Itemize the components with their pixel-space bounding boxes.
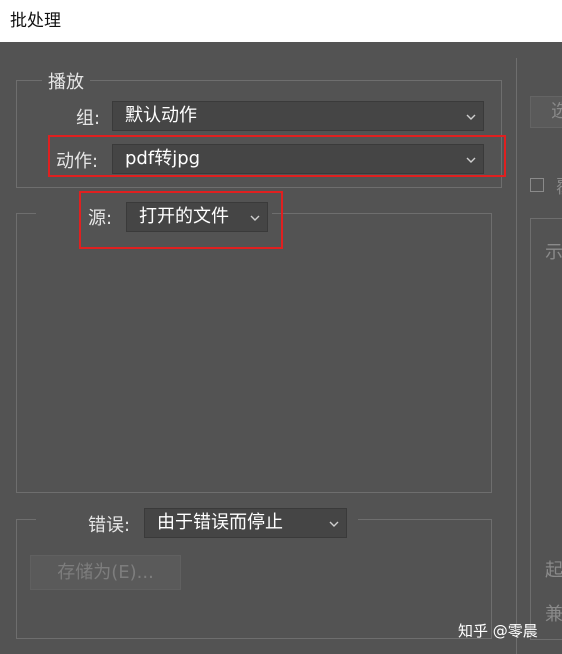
right-panel-compat-text: 兼: [545, 604, 562, 625]
source-group: [16, 213, 492, 493]
right-panel-checkbox[interactable]: [530, 178, 544, 192]
error-label: 错误:: [88, 515, 131, 536]
action-highlight-box: [48, 135, 506, 177]
group-label: 组:: [76, 108, 101, 129]
right-panel-button[interactable]: 选: [530, 96, 562, 128]
error-dropdown[interactable]: 由于错误而停止: [144, 508, 347, 538]
group-dropdown-value: 默认动作: [125, 105, 197, 126]
group-dropdown[interactable]: 默认动作: [112, 101, 484, 131]
error-dropdown-value: 由于错误而停止: [157, 512, 283, 533]
play-group-legend: 播放: [42, 68, 90, 94]
window-title: 批处理: [0, 0, 562, 42]
right-panel-checkbox-label: 覆: [556, 173, 562, 199]
source-highlight-box: [79, 191, 283, 249]
save-as-button[interactable]: 存储为(E)...: [30, 555, 181, 590]
right-panel-start-text: 起: [545, 560, 562, 581]
chevron-down-icon: [466, 114, 476, 120]
chevron-down-icon: [329, 521, 339, 527]
watermark-text: 知乎 @零晨: [458, 622, 538, 640]
right-panel-divider: [516, 58, 517, 654]
right-panel-group-text: 示: [545, 242, 562, 263]
